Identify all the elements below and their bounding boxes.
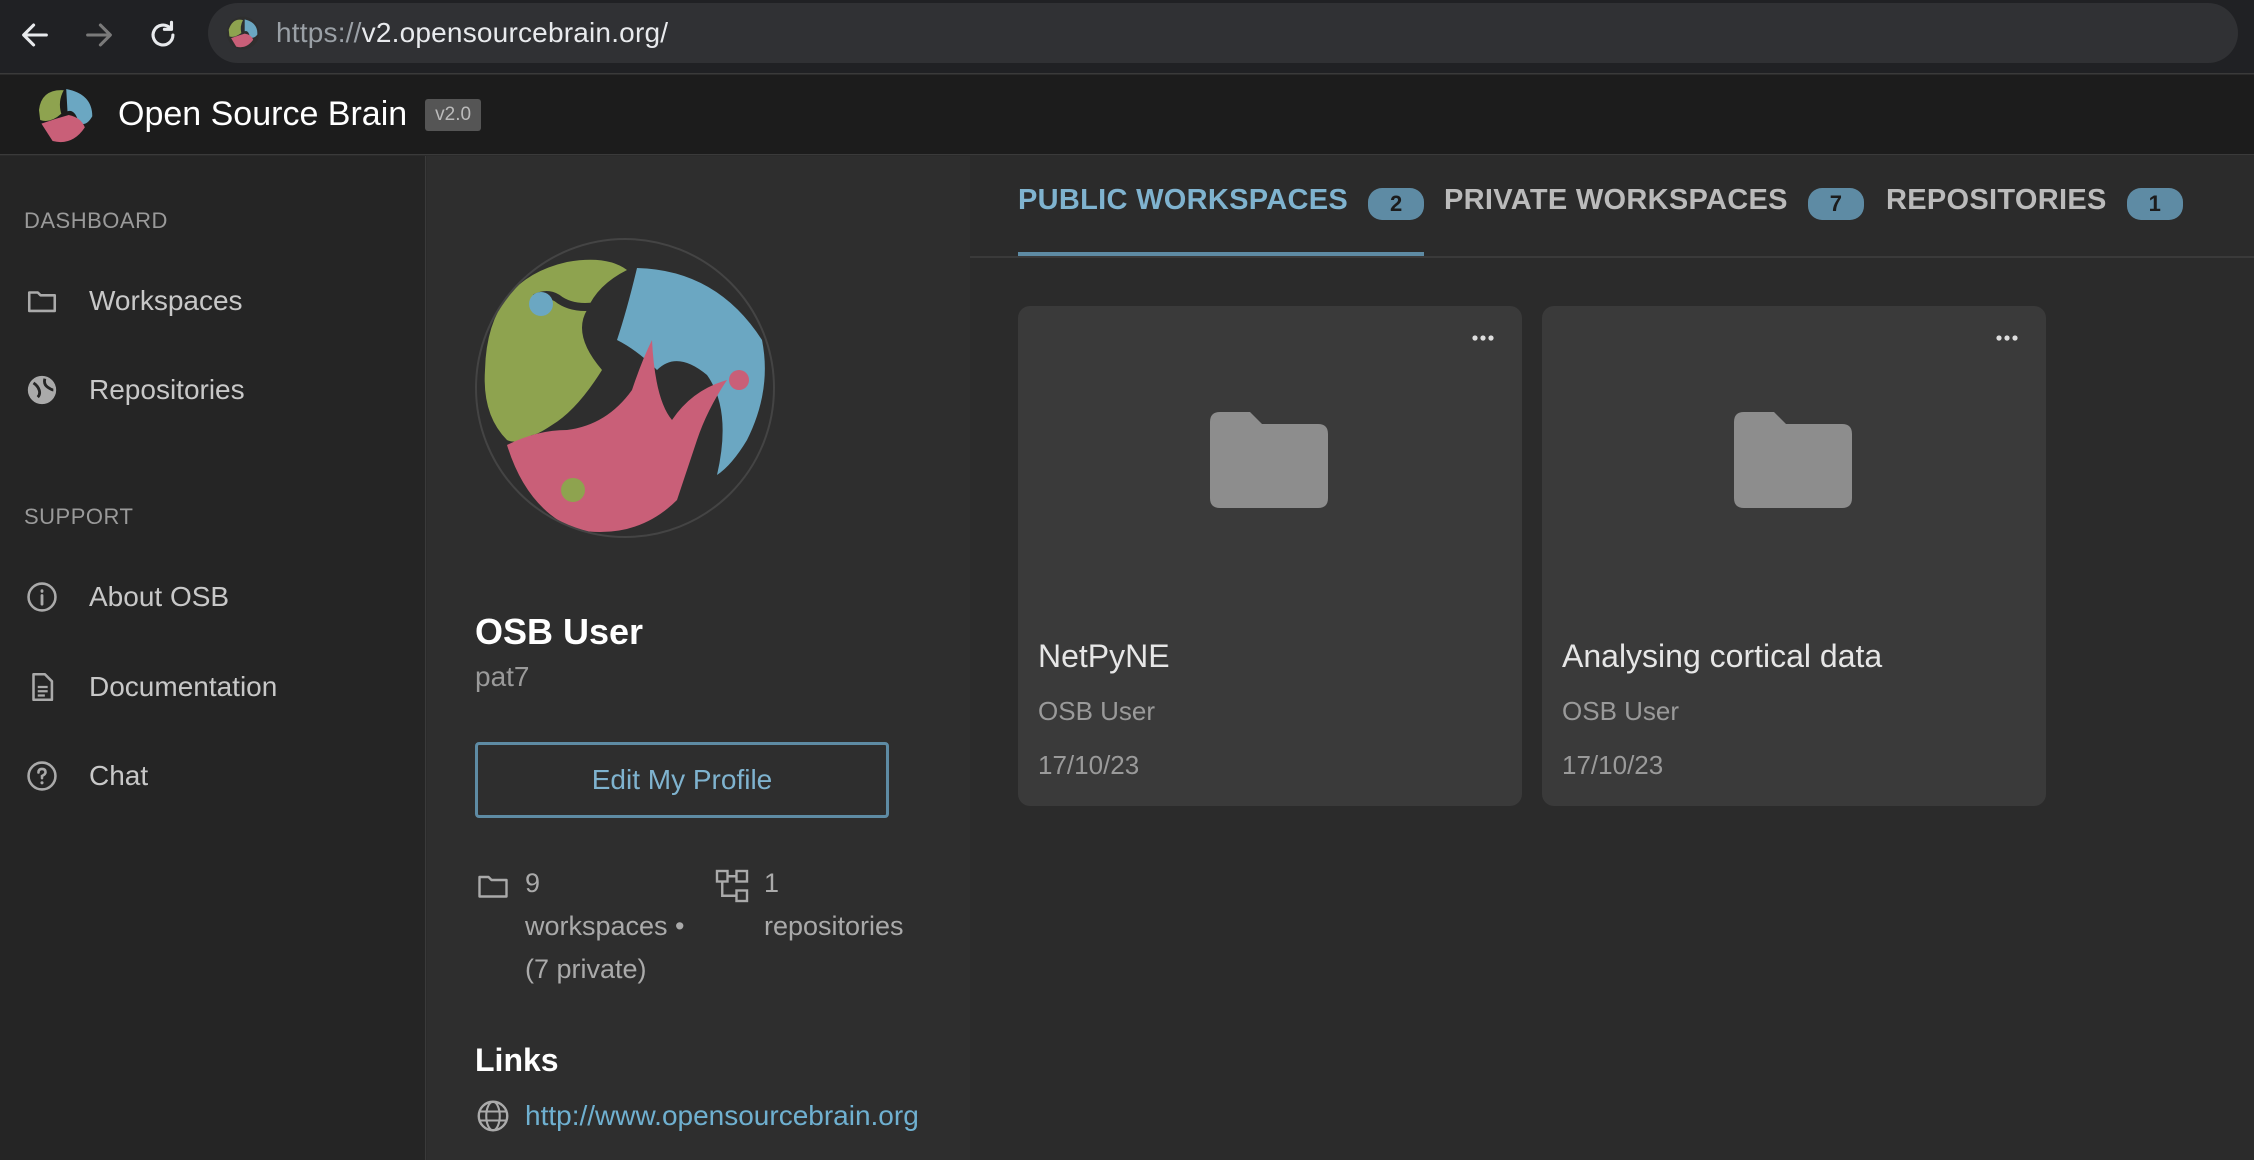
sidebar-item-label: About OSB: [89, 581, 230, 612]
sidebar-item-about[interactable]: About OSB: [0, 562, 425, 632]
info-icon: [27, 582, 57, 612]
tree-structure-icon: [715, 869, 749, 903]
back-button[interactable]: [10, 10, 60, 60]
reload-icon: [151, 20, 175, 47]
reload-button[interactable]: [138, 10, 188, 60]
sidebar-item-label: Workspaces: [89, 285, 243, 316]
more-horizontal-icon: [1472, 335, 1494, 341]
tab-public-workspaces[interactable]: PUBLIC WORKSPACES 2: [1018, 184, 1425, 256]
sidebar-item-label: Documentation: [89, 671, 278, 702]
card-menu-button[interactable]: [1466, 324, 1500, 352]
arrow-right-icon: [86, 23, 112, 47]
sidebar-item-repositories[interactable]: Repositories: [0, 355, 425, 425]
osb-avatar-logo-icon: [484, 259, 765, 532]
workspace-card[interactable]: NetPyNE OSB User 17/10/23: [1018, 306, 1522, 806]
tab-repositories[interactable]: REPOSITORIES 1: [1886, 184, 2183, 256]
card-menu-button[interactable]: [1990, 324, 2024, 352]
globe-icon: [27, 375, 57, 405]
workspace-card[interactable]: Analysing cortical data OSB User 17/10/2…: [1542, 306, 2046, 806]
app-title: Open Source Brain: [118, 95, 408, 133]
address-bar[interactable]: https://v2.opensourcebrain.org/: [208, 3, 2238, 63]
tab-count-badge: 2: [1368, 188, 1425, 220]
card-owner: OSB User: [1038, 696, 1156, 726]
workspaces-private: (7 private): [525, 954, 647, 984]
avatar: [475, 238, 775, 538]
more-horizontal-icon: [1996, 335, 2018, 341]
folder-icon: [27, 291, 57, 313]
main-content: PUBLIC WORKSPACES 2 PRIVATE WORKSPACES 7…: [970, 156, 2254, 1160]
card-owner: OSB User: [1562, 696, 1680, 726]
version-badge: v2.0: [425, 98, 482, 131]
sidebar: DASHBOARD Workspaces Repositories SUPPOR…: [0, 156, 426, 1160]
sidebar-item-label: Repositories: [89, 374, 245, 405]
document-icon: [32, 672, 54, 702]
tab-label: PRIVATE WORKSPACES: [1444, 184, 1788, 216]
url-text: https://v2.opensourcebrain.org/: [276, 17, 669, 48]
support-heading: SUPPORT: [24, 504, 134, 529]
sidebar-item-documentation[interactable]: Documentation: [0, 652, 425, 722]
workspaces-count: 9: [525, 868, 541, 898]
repositories-count: 1: [764, 868, 780, 898]
repositories-stat: 1 repositories: [714, 866, 904, 948]
folder-icon: [1210, 412, 1328, 508]
profile-username: pat7: [475, 661, 530, 692]
tab-label: REPOSITORIES: [1886, 184, 2107, 216]
links-heading: Links: [475, 1042, 559, 1078]
folder-icon: [478, 875, 508, 898]
osb-logo-icon[interactable]: [34, 84, 96, 146]
tab-label: PUBLIC WORKSPACES: [1018, 184, 1349, 216]
repositories-label: repositories: [764, 911, 904, 941]
card-title: NetPyNE: [1038, 638, 1170, 674]
tab-bar: PUBLIC WORKSPACES 2 PRIVATE WORKSPACES 7…: [970, 156, 2254, 258]
dashboard-heading: DASHBOARD: [24, 208, 168, 233]
tab-count-badge: 7: [1807, 188, 1865, 220]
sidebar-item-chat[interactable]: Chat: [0, 741, 425, 811]
web-globe-icon: [477, 1100, 509, 1132]
workspaces-stat: 9 workspaces • (7 private): [475, 866, 685, 991]
browser-toolbar: https://v2.opensourcebrain.org/: [0, 0, 2254, 74]
profile-name: OSB User: [475, 611, 644, 652]
card-title: Analysing cortical data: [1562, 638, 1883, 674]
sidebar-item-workspaces[interactable]: Workspaces: [0, 266, 425, 336]
arrow-left-icon: [22, 23, 48, 47]
forward-button[interactable]: [74, 10, 124, 60]
sidebar-item-label: Chat: [89, 760, 149, 791]
site-favicon-icon: [226, 16, 260, 50]
card-date: 17/10/23: [1562, 750, 1664, 780]
edit-profile-button[interactable]: Edit My Profile: [475, 742, 889, 818]
profile-panel: OSB User pat7 Edit My Profile 9 workspac…: [427, 156, 970, 1160]
tab-private-workspaces[interactable]: PRIVATE WORKSPACES 7: [1444, 184, 1865, 256]
folder-icon: [1734, 412, 1852, 508]
profile-link-url[interactable]: http://www.opensourcebrain.org: [525, 1100, 919, 1132]
card-date: 17/10/23: [1038, 750, 1140, 780]
workspaces-label: workspaces •: [525, 911, 685, 941]
app-header: Open Source Brain v2.0: [0, 75, 2254, 155]
profile-link[interactable]: http://www.opensourcebrain.org: [475, 1098, 919, 1134]
tab-count-badge: 1: [2126, 188, 2183, 220]
help-icon: [27, 761, 57, 791]
